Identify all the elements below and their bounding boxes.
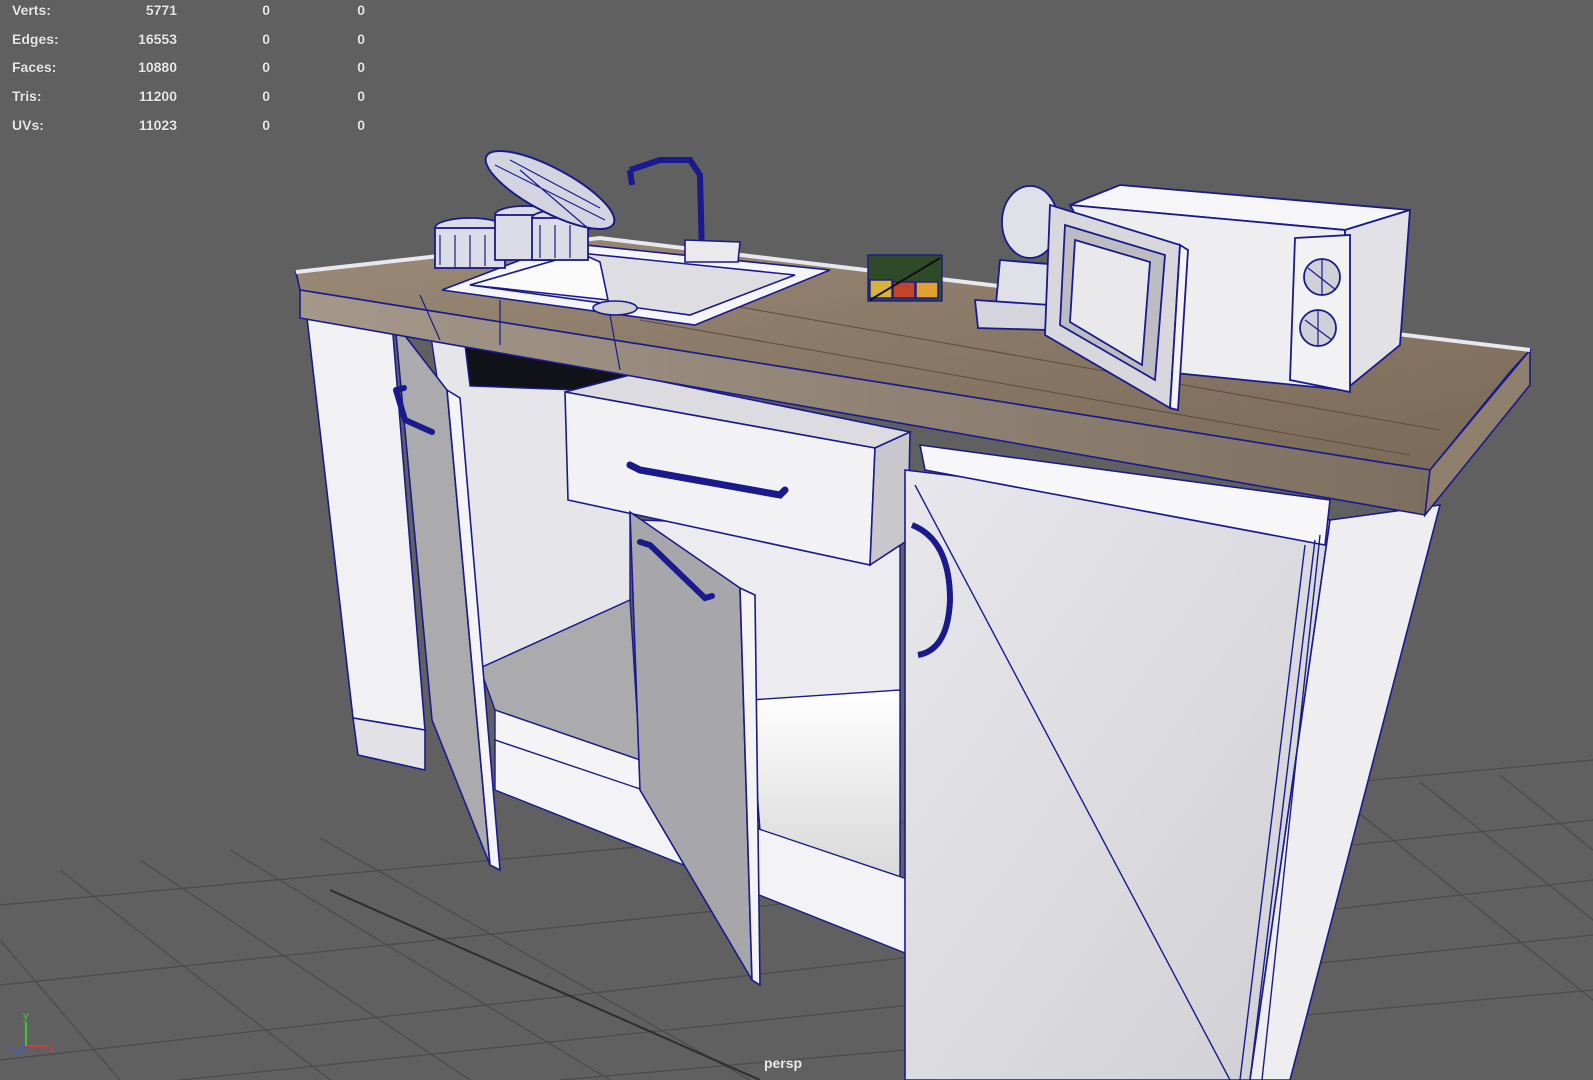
- maya-viewport[interactable]: Verts: 5771 0 0 Edges: 16553 0 0 Faces: …: [0, 0, 1593, 1080]
- z-axis-line: [15, 1045, 27, 1055]
- stat-value: 0: [262, 30, 270, 47]
- stat-label: Tris:: [12, 88, 42, 105]
- stat-label: Faces:: [12, 59, 57, 76]
- stat-value: 0: [262, 59, 270, 76]
- stat-value: 0: [357, 30, 365, 47]
- stat-label: Verts:: [12, 2, 51, 18]
- stat-value: 10880: [138, 59, 177, 76]
- stat-value: 16553: [138, 30, 177, 47]
- stat-value: 0: [357, 59, 365, 76]
- stat-value: 11200: [138, 88, 177, 105]
- viewport-scene[interactable]: [0, 0, 1593, 1080]
- axis-gizmo-icon: x y z: [8, 1010, 55, 1057]
- stat-row-faces: Faces: 10880 0 0: [0, 57, 380, 86]
- tea-box[interactable]: [867, 254, 943, 302]
- y-axis-label: y: [23, 1010, 29, 1022]
- poly-count-hud: Verts: 5771 0 0 Edges: 16553 0 0 Faces: …: [0, 0, 380, 143]
- stat-row-tris: Tris: 11200 0 0: [0, 86, 380, 115]
- camera-name-label: persp: [763, 1055, 803, 1071]
- stat-value: 0: [357, 116, 365, 133]
- stat-row-edges: Edges: 16553 0 0: [0, 29, 380, 58]
- stat-value: 11023: [138, 116, 177, 133]
- stat-value: 5771: [145, 2, 177, 18]
- stat-row-uvs: UVs: 11023 0 0: [0, 115, 380, 144]
- fridge-cabinet[interactable]: [904, 444, 1442, 1080]
- stat-value: 0: [262, 88, 270, 105]
- stat-row-verts: Verts: 5771 0 0: [0, 0, 380, 29]
- stat-label: Edges:: [12, 30, 59, 47]
- x-axis-label: x: [49, 1043, 55, 1055]
- stat-value: 0: [262, 116, 270, 133]
- stat-value: 0: [357, 88, 365, 105]
- stat-value: 0: [262, 2, 270, 18]
- stat-value: 0: [357, 2, 365, 18]
- stat-label: UVs:: [12, 116, 44, 133]
